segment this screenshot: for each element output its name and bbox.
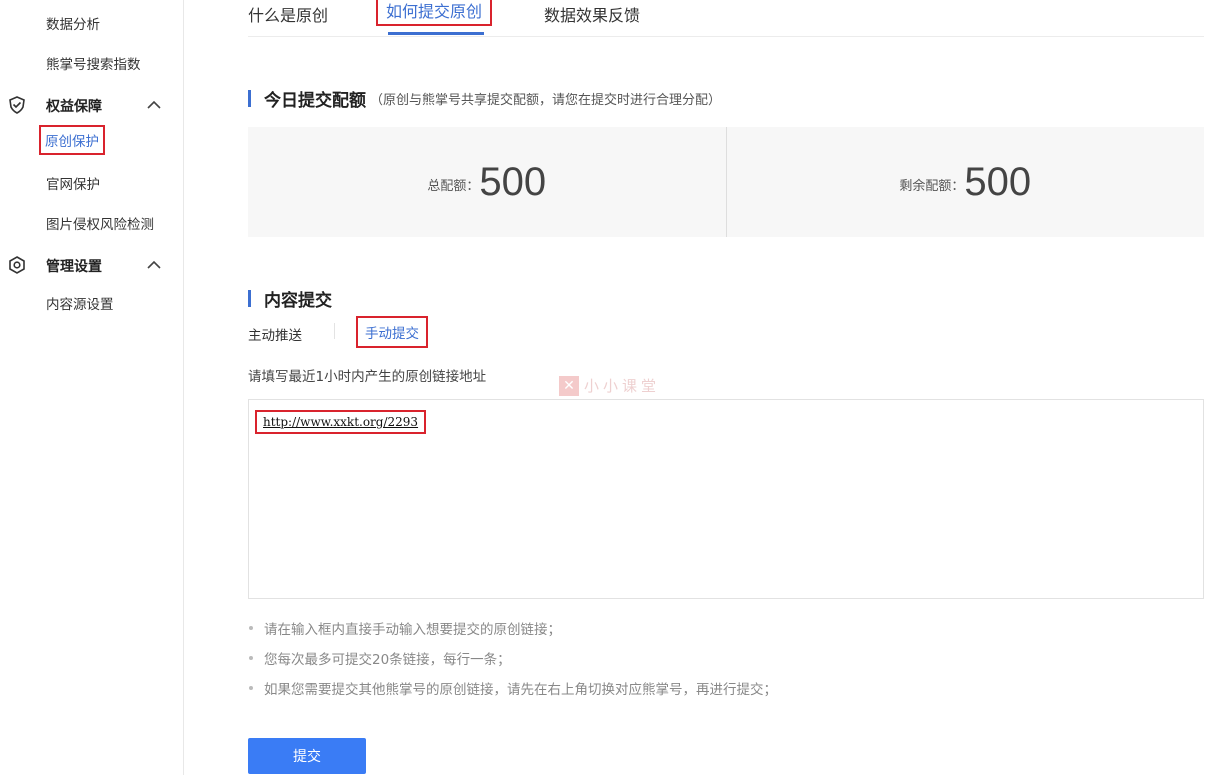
sidebar-group-label: 管理设置: [46, 259, 102, 275]
watermark-logo-icon: ✕: [559, 375, 579, 396]
tab-how-to-submit[interactable]: 如何提交原创: [376, 0, 493, 26]
sidebar-group-manage[interactable]: 管理设置: [0, 254, 184, 278]
sidebar-item-content-source[interactable]: 内容源设置: [46, 293, 114, 313]
quota-title: 今日提交配额: [264, 91, 366, 111]
url-entry[interactable]: http://www.xxkt.org/2293: [255, 410, 427, 434]
tab-active-underline: [388, 32, 484, 35]
quota-total: 总配额： 500: [248, 127, 726, 237]
mode-manual-submit[interactable]: 手动提交: [356, 316, 428, 348]
chevron-up-icon[interactable]: [146, 258, 162, 272]
sidebar-group-label: 权益保障: [46, 99, 102, 115]
settings-icon: [9, 256, 25, 274]
quota-section-title: 今日提交配额 （原创与熊掌号共享提交配额，请您在提交时进行合理分配）: [248, 86, 721, 111]
sidebar-item-data-analysis[interactable]: 数据分析: [46, 13, 100, 33]
tab-bar: 什么是原创 如何提交原创 数据效果反馈: [248, 0, 1204, 37]
submit-notes: 请在输入框内直接手动输入想要提交的原创链接； 您每次最多可提交20条链接，每行一…: [248, 618, 777, 708]
tab-what-is-original[interactable]: 什么是原创: [248, 2, 328, 26]
mode-divider: [334, 323, 335, 339]
quota-total-value: 500: [479, 159, 547, 204]
note-item: 请在输入框内直接手动输入想要提交的原创链接；: [248, 618, 777, 648]
quota-remaining-value: 500: [964, 159, 1032, 204]
quota-total-label: 总配额：: [427, 178, 480, 194]
sidebar-item-original-protection[interactable]: 原创保护: [39, 125, 105, 155]
mode-auto-push[interactable]: 主动推送: [248, 324, 302, 344]
sidebar: 数据分析 熊掌号搜索指数 权益保障 原创保护 官网保护 图片侵权风险检测 管理设…: [0, 0, 184, 775]
chevron-up-icon[interactable]: [146, 98, 162, 112]
sidebar-item-search-index[interactable]: 熊掌号搜索指数: [46, 53, 141, 73]
section-marker: [248, 90, 251, 107]
sidebar-group-rights[interactable]: 权益保障: [0, 94, 184, 118]
watermark: ✕ 小小课堂: [559, 375, 660, 396]
section-marker: [248, 290, 251, 307]
note-item: 如果您需要提交其他熊掌号的原创链接，请先在右上角切换对应熊掌号，再进行提交；: [248, 678, 777, 708]
sidebar-item-image-infringement[interactable]: 图片侵权风险检测: [46, 213, 154, 233]
sidebar-item-site-protection[interactable]: 官网保护: [46, 173, 100, 193]
url-text: http://www.xxkt.org/2293: [263, 415, 419, 429]
quota-note: （原创与熊掌号共享提交配额，请您在提交时进行合理分配）: [370, 93, 722, 108]
quota-remaining: 剩余配额： 500: [725, 127, 1205, 237]
quota-panel: 总配额： 500 剩余配额： 500: [248, 127, 1204, 237]
url-hint: 请填写最近1小时内产生的原创链接地址: [248, 369, 487, 385]
content-submit-section-title: 内容提交: [248, 286, 332, 311]
content-submit-title: 内容提交: [264, 291, 332, 311]
quota-remaining-label: 剩余配额：: [899, 178, 965, 194]
shield-check-icon: [9, 96, 25, 114]
note-item: 您每次最多可提交20条链接，每行一条；: [248, 648, 777, 678]
tab-data-feedback[interactable]: 数据效果反馈: [544, 2, 640, 26]
watermark-text: 小小课堂: [584, 377, 661, 395]
submit-button[interactable]: 提交: [248, 738, 366, 774]
